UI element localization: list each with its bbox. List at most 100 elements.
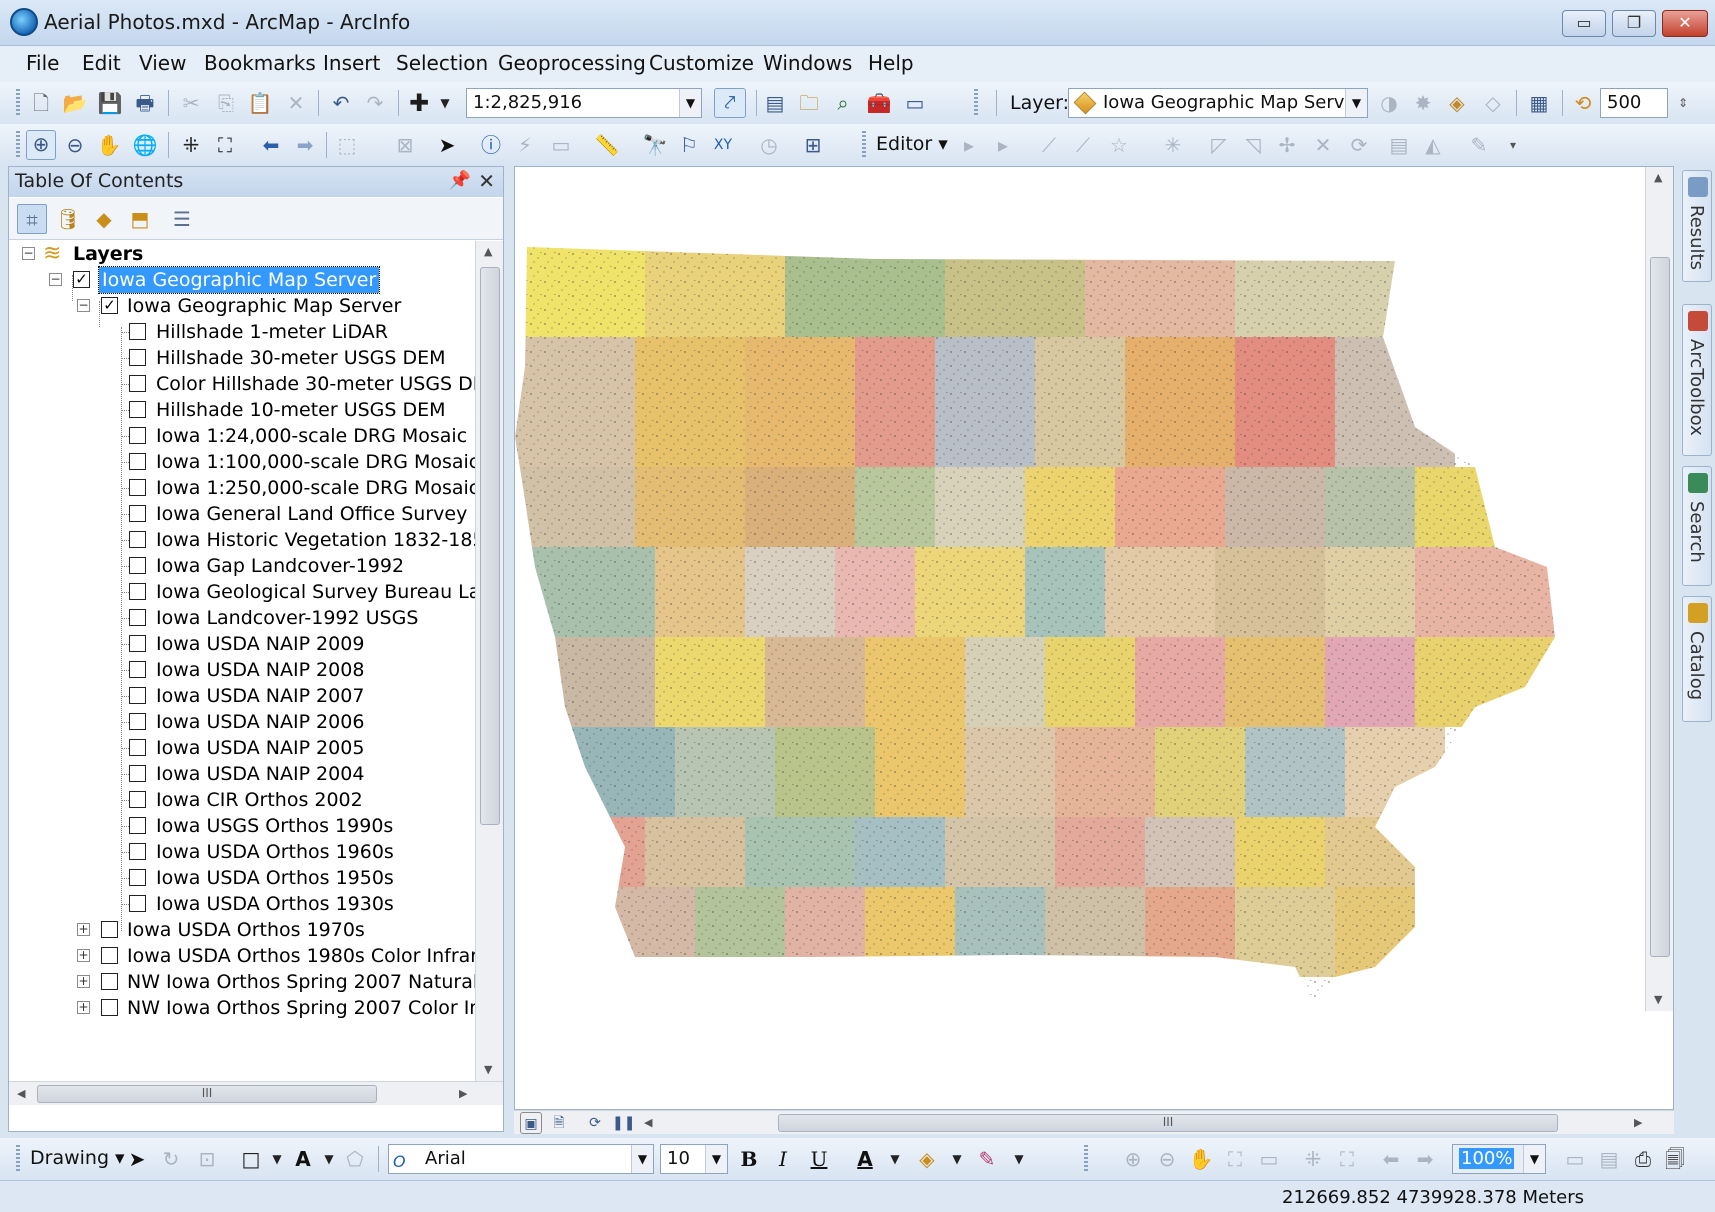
- time-slider-icon[interactable]: ◷: [756, 132, 782, 158]
- sublayer-row[interactable]: Iowa USDA Orthos 1960s: [9, 839, 475, 865]
- layer-visibility-checkbox[interactable]: [129, 895, 146, 912]
- paste-icon[interactable]: 📋: [247, 90, 273, 116]
- layer-row[interactable]: + NW Iowa Orthos Spring 2007 Natural Colo…: [9, 969, 475, 995]
- zoom-to-selected-icon[interactable]: ⊡: [194, 1146, 220, 1172]
- sublayer-row[interactable]: Iowa USDA NAIP 2004: [9, 761, 475, 787]
- sublayer-row[interactable]: Hillshade 30-meter USGS DEM: [9, 345, 475, 371]
- create-features-icon[interactable]: ✎: [1466, 132, 1492, 158]
- redo-icon[interactable]: ↷: [362, 90, 388, 116]
- results-tab[interactable]: Results: [1682, 170, 1712, 282]
- toolbar-grip[interactable]: [16, 131, 20, 159]
- sublayer-row[interactable]: Iowa 1:24,000-scale DRG Mosaic: [9, 423, 475, 449]
- select-elements-icon[interactable]: ➤: [434, 132, 460, 158]
- toc-vertical-scroll-thumb[interactable]: [480, 267, 500, 825]
- sublayer-row[interactable]: Iowa Historic Vegetation 1832-1859: [9, 527, 475, 553]
- layer-row[interactable]: + NW Iowa Orthos Spring 2007 Color Infrar…: [9, 995, 475, 1021]
- zoom-in-icon[interactable]: ⊕: [26, 130, 56, 160]
- edit-tool-icon[interactable]: ▸: [956, 132, 982, 158]
- sublayer-row[interactable]: Iowa USDA Orthos 1950s: [9, 865, 475, 891]
- layer-visibility-checkbox[interactable]: [129, 401, 146, 418]
- swipe-icon[interactable]: ◑: [1376, 90, 1402, 116]
- list-by-visibility-icon[interactable]: ◆: [89, 204, 119, 234]
- add-data-icon[interactable]: ✚: [406, 90, 432, 116]
- line-color-icon[interactable]: ✎: [974, 1146, 1000, 1172]
- menu-customize[interactable]: Customize: [649, 51, 754, 75]
- layer-visibility-checkbox[interactable]: [129, 661, 146, 678]
- layer-visibility-checkbox[interactable]: [129, 869, 146, 886]
- sublayer-label[interactable]: Hillshade 1-meter LiDAR: [156, 319, 388, 345]
- scroll-up-arrow-icon[interactable]: ▲: [484, 245, 492, 258]
- print-icon[interactable]: 🖶: [132, 90, 158, 116]
- find-route-icon[interactable]: ⚐: [676, 132, 702, 158]
- fixed-zoom-in-icon[interactable]: ⁜: [178, 132, 204, 158]
- toolbar-grip[interactable]: [16, 89, 20, 117]
- sublayer-label[interactable]: Iowa USGS Orthos 1990s: [156, 813, 393, 839]
- sublayer-row[interactable]: Iowa CIR Orthos 2002: [9, 787, 475, 813]
- back-extent-icon[interactable]: ⬅: [1378, 1146, 1404, 1172]
- sublayer-row[interactable]: Iowa USGS Orthos 1990s: [9, 813, 475, 839]
- font-color-icon[interactable]: A: [852, 1146, 878, 1172]
- minimize-button[interactable]: ▭: [1562, 10, 1606, 37]
- data-driven-pages-icon[interactable]: 🗐: [1662, 1146, 1688, 1172]
- sublayer-label[interactable]: Iowa 1:100,000-scale DRG Mosaic: [156, 449, 475, 475]
- toc-horizontal-scrollbar[interactable]: ◀ III ▶: [9, 1081, 503, 1105]
- chevron-down-icon[interactable]: ▼: [944, 1146, 970, 1172]
- toolbar-grip[interactable]: [16, 1145, 20, 1173]
- sublayer-label[interactable]: Iowa Landcover-1992 USGS: [156, 605, 418, 631]
- sublayer-label[interactable]: Iowa 1:24,000-scale DRG Mosaic: [156, 423, 467, 449]
- chevron-down-icon[interactable]: ▼: [631, 1145, 653, 1173]
- viewer-window-icon[interactable]: ⊞: [800, 132, 826, 158]
- calculator-icon[interactable]: ▦: [1526, 90, 1552, 116]
- expand-icon[interactable]: +: [77, 1001, 90, 1014]
- toolbar-grip[interactable]: [974, 89, 978, 117]
- tree-row-group[interactable]: − ✓ Iowa Geographic Map Server: [9, 293, 475, 319]
- change-layout-icon[interactable]: ⎙: [1630, 1146, 1656, 1172]
- fill-color-icon[interactable]: ◈: [914, 1146, 940, 1172]
- flicker-icon[interactable]: ✸: [1410, 90, 1436, 116]
- font-size-select[interactable]: 10 ▼: [660, 1144, 728, 1174]
- layout-zoom-in-icon[interactable]: ⊕: [1120, 1146, 1146, 1172]
- copy-icon[interactable]: ⎘: [213, 90, 239, 116]
- layout-zoom-select[interactable]: 100% ▼: [1452, 1144, 1546, 1174]
- arctoolbox-tab[interactable]: ArcToolbox: [1682, 304, 1712, 456]
- python-window-icon[interactable]: ▭: [902, 90, 928, 116]
- layer-visibility-checkbox[interactable]: [129, 609, 146, 626]
- maximize-button[interactable]: ❐: [1612, 10, 1656, 37]
- forward-arrow-icon[interactable]: ➡: [292, 132, 318, 158]
- toc-close-icon[interactable]: ✕: [478, 169, 495, 193]
- fixed-zoom-out-icon[interactable]: ⛶: [212, 132, 238, 158]
- go-to-xy-icon[interactable]: XY: [710, 132, 736, 158]
- cut-polygons-icon[interactable]: ◹: [1240, 132, 1266, 158]
- layer-visibility-checkbox[interactable]: [101, 947, 118, 964]
- rectangle-icon[interactable]: □: [238, 1146, 264, 1172]
- chevron-down-icon[interactable]: ▼: [705, 1145, 727, 1173]
- sublayer-label[interactable]: Iowa Geological Survey Bureau Landcover: [156, 579, 475, 605]
- focus-data-frame-icon[interactable]: ▤: [1596, 1146, 1622, 1172]
- menu-geoprocessing[interactable]: Geoprocessing: [498, 51, 646, 75]
- toggle-draft-mode-icon[interactable]: ▭: [1562, 1146, 1588, 1172]
- menu-help[interactable]: Help: [868, 51, 914, 75]
- scroll-left-arrow-icon[interactable]: ◀: [644, 1116, 652, 1129]
- layer-visibility-checkbox[interactable]: [129, 817, 146, 834]
- layer-visibility-checkbox[interactable]: [129, 687, 146, 704]
- bold-button[interactable]: B: [736, 1146, 762, 1172]
- layer-visibility-checkbox[interactable]: [101, 973, 118, 990]
- select-elements-icon[interactable]: ➤: [124, 1146, 150, 1172]
- toc-options-icon[interactable]: ☰: [167, 204, 197, 234]
- toolbar-grip[interactable]: [1084, 1145, 1088, 1173]
- layout-pan-icon[interactable]: ✋: [1188, 1146, 1214, 1172]
- full-extent-icon[interactable]: 🌐: [132, 132, 158, 158]
- sublayer-label[interactable]: Iowa USDA Orthos 1930s: [156, 891, 394, 917]
- layer-visibility-checkbox[interactable]: [129, 557, 146, 574]
- attributes-icon[interactable]: ▤: [1386, 132, 1412, 158]
- map-vertical-scrollbar[interactable]: ▲ ▼: [1645, 167, 1673, 1011]
- list-by-drawing-order-icon[interactable]: ⌗: [17, 204, 47, 234]
- layer-visibility-checkbox[interactable]: [129, 765, 146, 782]
- pan-icon[interactable]: ✋: [96, 132, 122, 158]
- sublayer-label[interactable]: Hillshade 10-meter USGS DEM: [156, 397, 446, 423]
- sublayer-row[interactable]: Iowa General Land Office Survey 1832: [9, 501, 475, 527]
- html-popup-icon[interactable]: ▭: [548, 132, 574, 158]
- straight-segment-icon[interactable]: ⟋: [1036, 132, 1062, 158]
- open-folder-icon[interactable]: 📂: [62, 90, 88, 116]
- refresh-icon[interactable]: ⟳: [584, 1112, 606, 1134]
